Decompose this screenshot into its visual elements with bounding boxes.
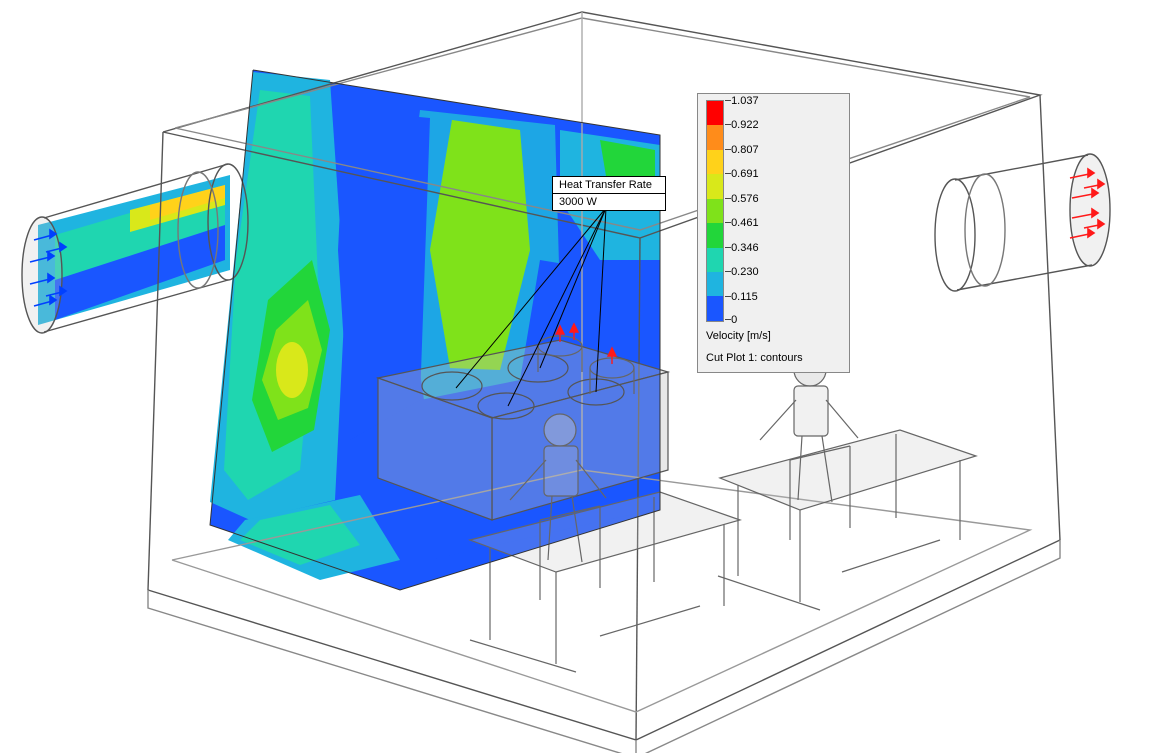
heat-transfer-callout: Heat Transfer Rate 3000 W [552,176,666,211]
legend-tick: 1.037 [731,95,759,107]
legend-tick: 0.807 [731,144,759,156]
legend-tick: 0.346 [731,242,759,254]
legend-colorbar [706,100,724,322]
callout-value: 3000 W [553,194,665,210]
cfd-scene [0,0,1153,753]
legend-subtitle: Cut Plot 1: contours [706,352,841,364]
cut-plot-contours [38,70,660,590]
legend-tick: 0.922 [731,119,759,131]
legend-tick: 0 [731,314,737,326]
mannequin-right [760,354,858,540]
workstation-right [718,354,976,610]
legend-title: Velocity [m/s] [706,330,841,342]
legend-tick: 0.230 [731,266,759,278]
legend-tick: 0.115 [731,291,758,303]
callout-title: Heat Transfer Rate [553,177,665,194]
velocity-legend: 1.037 0.922 0.807 0.691 0.576 0.461 0.34… [697,93,850,373]
legend-tick: 0.691 [731,168,759,180]
legend-tick: 0.576 [731,193,759,205]
legend-ticks: 1.037 0.922 0.807 0.691 0.576 0.461 0.34… [731,100,785,320]
legend-tick: 0.461 [731,217,759,229]
